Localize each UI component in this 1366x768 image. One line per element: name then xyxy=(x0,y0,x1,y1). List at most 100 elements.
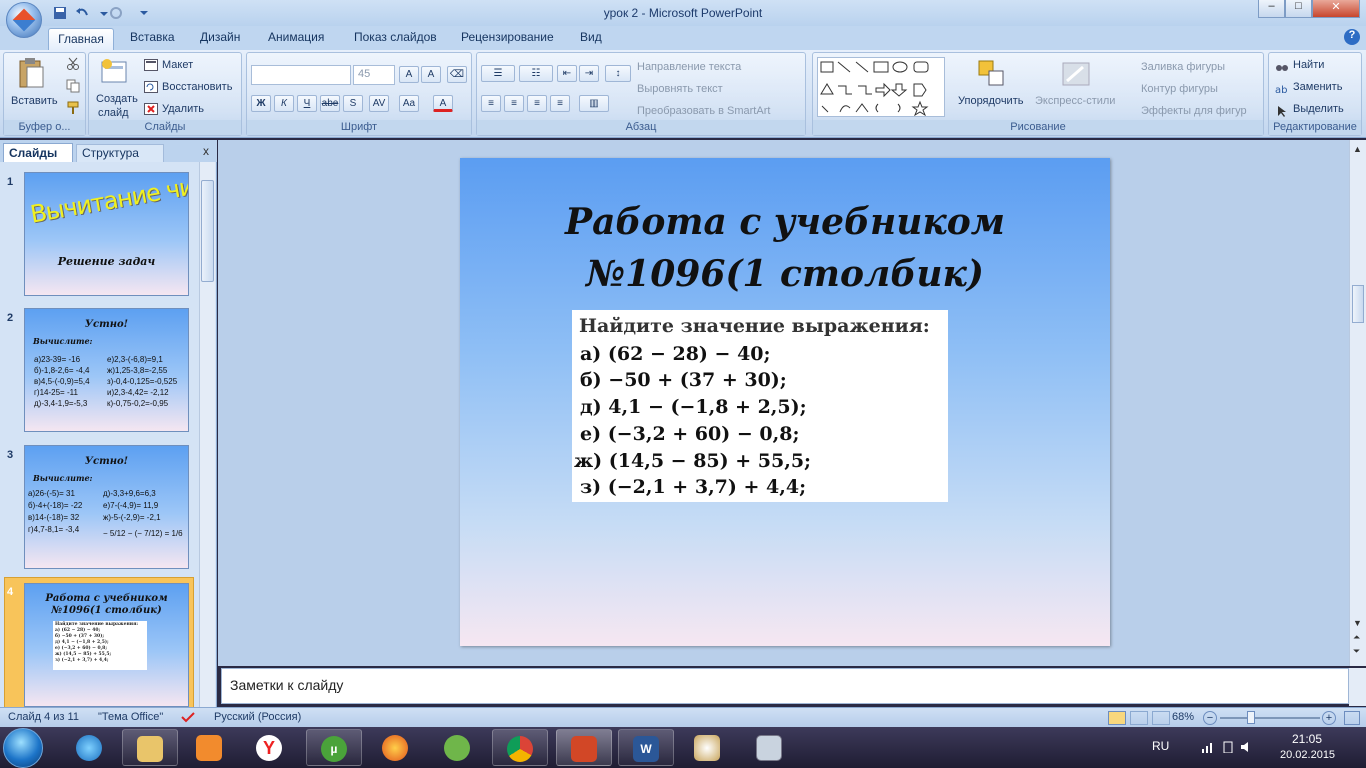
format-painter-icon[interactable] xyxy=(66,101,80,115)
change-case-button[interactable]: Aa xyxy=(399,95,419,112)
justify-button[interactable]: ≡ xyxy=(550,95,570,112)
tab-outline[interactable]: Структура xyxy=(76,144,164,162)
clock-time[interactable]: 21:05 xyxy=(1292,732,1322,746)
tab-home[interactable]: Главная xyxy=(48,28,114,50)
tab-design[interactable]: Дизайн xyxy=(200,30,240,44)
notes-scrollbar[interactable] xyxy=(1349,668,1366,706)
find-button[interactable]: Найти xyxy=(1293,59,1324,71)
taskbar-word[interactable]: W xyxy=(618,729,674,766)
columns-button[interactable]: ▥ xyxy=(579,95,609,112)
taskbar-paint[interactable] xyxy=(680,729,736,766)
shapes-gallery[interactable] xyxy=(817,57,945,117)
font-name-input[interactable] xyxy=(251,65,351,85)
tab-animation[interactable]: Анимация xyxy=(268,30,324,44)
taskbar-powerpoint[interactable] xyxy=(556,729,612,766)
strike-button[interactable]: abe xyxy=(320,95,340,112)
select-button[interactable]: Выделить xyxy=(1293,103,1344,115)
start-button[interactable] xyxy=(3,728,43,768)
slide-thumb-2[interactable]: Устно! Вычислите: а)23-39= -16 б)-1,8-2,… xyxy=(24,308,189,432)
new-slide-button[interactable]: Создать xyxy=(96,93,138,105)
pane-close-icon[interactable]: x xyxy=(203,144,209,158)
theme-name[interactable]: "Тема Office" xyxy=(98,711,163,723)
cut-icon[interactable] xyxy=(66,57,80,71)
line-spacing-button[interactable]: ↕ xyxy=(605,65,631,82)
taskbar-calculator[interactable] xyxy=(742,729,798,766)
char-spacing-button[interactable]: AV xyxy=(369,95,389,112)
slides-pane-scrollbar[interactable] xyxy=(199,162,215,708)
taskbar-yandex[interactable]: Y xyxy=(242,729,298,766)
layout-button[interactable]: Макет xyxy=(162,59,193,71)
slide-thumb-4[interactable]: Работа с учебником №1096(1 столбик) Найд… xyxy=(24,583,189,707)
bold-button[interactable]: Ж xyxy=(251,95,271,112)
align-center-button[interactable]: ≡ xyxy=(504,95,524,112)
bullets-button[interactable]: ☰ xyxy=(481,65,515,82)
minimize-button[interactable]: – xyxy=(1258,0,1285,18)
italic-button[interactable]: К xyxy=(274,95,294,112)
decrease-indent-button[interactable]: ⇤ xyxy=(557,65,577,82)
shadow-button[interactable]: S xyxy=(343,95,363,112)
numbering-button[interactable]: ☷ xyxy=(519,65,553,82)
arrange-icon[interactable] xyxy=(977,59,1007,89)
slide-canvas[interactable]: Работа с учебником №1096(1 столбик) Найд… xyxy=(460,158,1110,646)
align-text-button[interactable]: Выровнять текст xyxy=(637,83,723,95)
taskbar-media[interactable] xyxy=(182,729,238,766)
arrange-button[interactable]: Упорядочить xyxy=(958,95,1023,107)
network-icon[interactable] xyxy=(1202,741,1216,753)
zoom-level[interactable]: 68% xyxy=(1172,711,1194,723)
clear-format-button[interactable]: ⌫ xyxy=(447,66,467,83)
tab-slideshow[interactable]: Показ слайдов xyxy=(354,30,437,44)
align-right-button[interactable]: ≡ xyxy=(527,95,547,112)
shape-outline-button[interactable]: Контур фигуры xyxy=(1141,83,1218,95)
increase-indent-button[interactable]: ⇥ xyxy=(579,65,599,82)
spellcheck-icon[interactable] xyxy=(180,711,196,725)
slide-title[interactable]: Работа с учебником №1096(1 столбик) xyxy=(460,196,1110,300)
zoom-out-icon[interactable]: − xyxy=(1203,711,1217,725)
new-slide-icon[interactable] xyxy=(99,57,129,87)
shape-effects-button[interactable]: Эффекты для фигур xyxy=(1141,105,1247,117)
help-icon[interactable]: ? xyxy=(1344,29,1360,45)
zoom-slider-knob[interactable] xyxy=(1247,711,1255,724)
paste-button[interactable]: Вставить xyxy=(11,95,58,107)
text-direction-button[interactable]: Направление текста xyxy=(637,61,741,73)
close-button[interactable]: ✕ xyxy=(1312,0,1360,18)
align-left-button[interactable]: ≡ xyxy=(481,95,501,112)
font-size-input[interactable]: 45 xyxy=(353,65,395,85)
scroll-up-icon[interactable]: ▲ xyxy=(1353,144,1362,154)
tab-slides[interactable]: Слайды xyxy=(3,143,73,162)
underline-button[interactable]: Ч xyxy=(297,95,317,112)
replace-button[interactable]: Заменить xyxy=(1293,81,1342,93)
slide-thumb-3[interactable]: Устно! Вычислите: а)26-(-5)= 31 б)-4+(-1… xyxy=(24,445,189,569)
clock-date[interactable]: 20.02.2015 xyxy=(1280,749,1335,761)
taskbar-chrome[interactable] xyxy=(492,729,548,766)
smartart-button[interactable]: Преобразовать в SmartArt xyxy=(637,105,770,117)
font-color-button[interactable]: A xyxy=(433,95,453,112)
copy-icon[interactable] xyxy=(66,79,80,93)
taskbar-utorrent[interactable]: µ xyxy=(306,729,362,766)
workspace-scroll-thumb[interactable] xyxy=(1352,285,1364,323)
zoom-slider[interactable] xyxy=(1220,717,1320,719)
tab-insert[interactable]: Вставка xyxy=(130,30,175,44)
zoom-in-icon[interactable]: + xyxy=(1322,711,1336,725)
next-slide-icon[interactable]: ⏷ xyxy=(1353,646,1360,657)
language-indicator[interactable]: RU xyxy=(1152,739,1169,753)
prev-slide-icon[interactable]: ⏶ xyxy=(1353,632,1360,643)
normal-view-icon[interactable] xyxy=(1108,711,1126,725)
exercise-image[interactable]: Найдите значение выражения: а) (62 − 28)… xyxy=(572,310,948,502)
slide-thumb-1[interactable]: Вычитание чисел Решение задач xyxy=(24,172,189,296)
slides-pane-scroll-thumb[interactable] xyxy=(201,180,214,282)
fit-window-icon[interactable] xyxy=(1344,711,1360,725)
delete-button[interactable]: Удалить xyxy=(162,103,204,115)
slideshow-view-icon[interactable] xyxy=(1152,711,1170,725)
taskbar-ie[interactable] xyxy=(62,729,118,766)
quick-styles-button[interactable]: Экспресс-стили xyxy=(1035,95,1115,107)
quick-styles-icon[interactable] xyxy=(1061,59,1091,89)
notes-pane[interactable]: Заметки к слайду xyxy=(221,668,1349,704)
shrink-font-button[interactable]: A xyxy=(421,66,441,83)
sorter-view-icon[interactable] xyxy=(1130,711,1148,725)
workspace-scrollbar[interactable]: ▲ ▼ ⏶ ⏷ xyxy=(1349,140,1366,666)
taskbar-downloader[interactable] xyxy=(430,729,486,766)
battery-icon[interactable] xyxy=(1222,741,1234,753)
shape-fill-button[interactable]: Заливка фигуры xyxy=(1141,61,1225,73)
maximize-button[interactable]: □ xyxy=(1285,0,1312,18)
tab-view[interactable]: Вид xyxy=(580,30,602,44)
